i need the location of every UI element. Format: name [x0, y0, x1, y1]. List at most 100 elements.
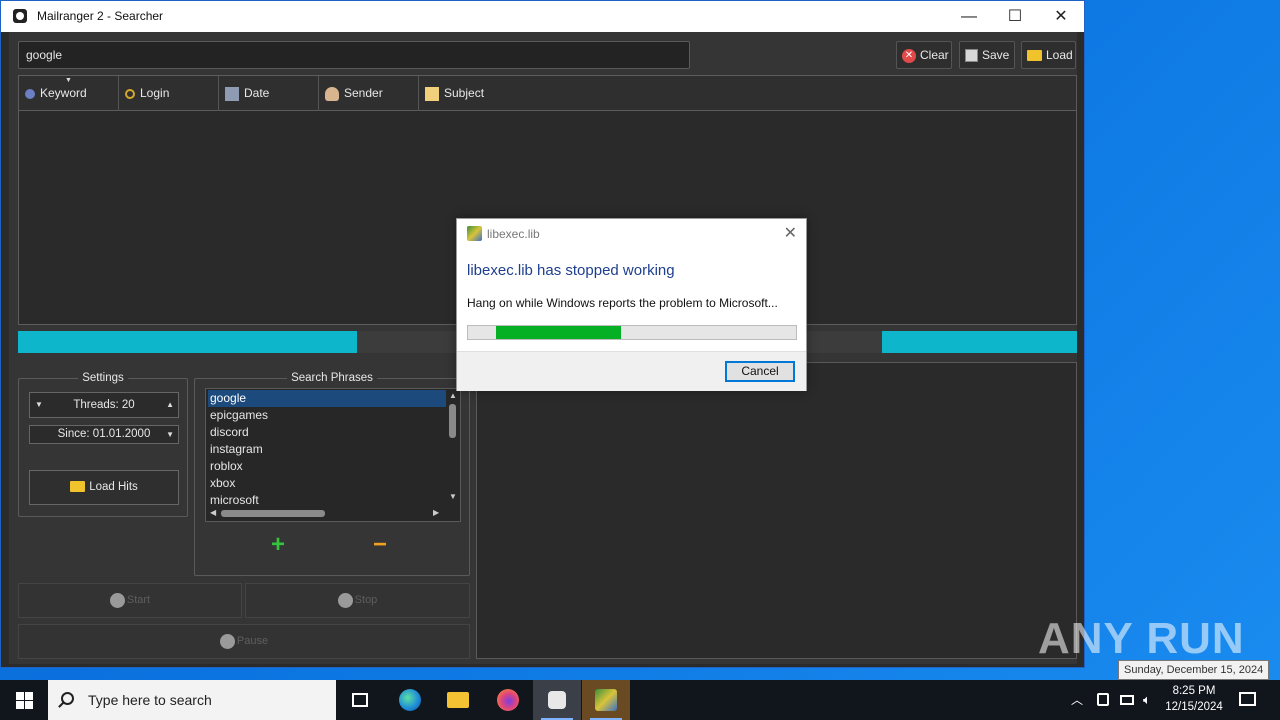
sort-indicator-icon: ▼ [65, 77, 72, 84]
clear-button[interactable]: ✕ Clear [896, 41, 952, 69]
clear-label: Clear [920, 48, 949, 62]
scroll-left-icon[interactable]: ◀ [210, 508, 216, 517]
pause-button[interactable]: Pause [18, 624, 470, 659]
list-item[interactable]: discord [208, 424, 446, 441]
column-label: Subject [444, 86, 485, 100]
stop-icon [337, 592, 353, 608]
taskbar-mailranger[interactable] [533, 680, 581, 720]
volume-icon[interactable]: 🔈︎ [1143, 680, 1151, 720]
clock-date: 12/15/2024 [1165, 701, 1223, 713]
save-button[interactable]: Save [959, 41, 1015, 69]
chevron-down-icon: ▼ [35, 400, 43, 409]
dialog-close-button[interactable]: ✕ [784, 223, 797, 243]
load-hits-button[interactable]: Load Hits [29, 470, 179, 505]
keyword-icon [25, 88, 35, 99]
dialog-footer: Cancel [457, 351, 806, 391]
vertical-scrollbar[interactable]: ▲ ▼ [447, 390, 459, 504]
title-bar[interactable]: Mailranger 2 - Searcher — ☐ ✕ [1, 1, 1084, 32]
column-keyword[interactable]: ▼ Keyword [19, 76, 119, 111]
notification-icon[interactable] [1239, 692, 1256, 706]
column-label: Login [140, 86, 170, 100]
key-icon [125, 88, 135, 99]
column-label: Sender [344, 86, 383, 100]
network-icon[interactable] [1120, 695, 1134, 705]
search-phrases-list[interactable]: google epicgames discord instagram roblo… [205, 388, 461, 522]
scroll-down-icon[interactable]: ▼ [449, 492, 457, 501]
report-progress-fill [495, 326, 621, 339]
date-tooltip: Sunday, December 15, 2024 [1118, 660, 1270, 680]
edge-icon [399, 689, 421, 711]
error-dialog: libexec.lib ✕ libexec.lib has stopped wo… [456, 218, 807, 391]
list-item[interactable]: xbox [208, 475, 446, 492]
list-item[interactable]: microsoft [208, 492, 446, 506]
threads-spinner[interactable]: ▼ Threads: 20 ▲ [29, 392, 179, 418]
load-button[interactable]: Load [1021, 41, 1076, 69]
chevron-down-icon: ▼ [166, 430, 174, 439]
horizontal-scrollbar[interactable]: ◀ ▶ [207, 506, 447, 520]
stop-button[interactable]: Stop [245, 583, 470, 618]
windows-logo-icon [25, 701, 33, 709]
load-label: Load [1046, 48, 1073, 62]
log-panel[interactable] [476, 362, 1077, 659]
mailranger-icon [548, 691, 566, 709]
taskbar: Type here to search ︿ 🔈︎ 8:25 PM 12/15/2… [0, 680, 1280, 720]
app-error-icon [467, 226, 482, 241]
taskbar-firefox[interactable] [484, 680, 532, 720]
column-login[interactable]: Login [119, 76, 219, 111]
envelope-icon [425, 86, 439, 101]
load-hits-label: Load Hits [89, 481, 138, 493]
add-phrase-button[interactable]: + [271, 533, 285, 557]
taskbar-search-box[interactable]: Type here to search [48, 680, 336, 720]
search-icon [61, 692, 74, 705]
firefox-icon [497, 689, 519, 711]
list-item[interactable]: google [208, 390, 446, 407]
folder-icon [1027, 50, 1042, 62]
threads-label: Threads: 20 [73, 399, 135, 411]
windows-logo-icon [16, 701, 24, 709]
start-button[interactable]: Start [18, 583, 242, 618]
since-date-picker[interactable]: Since: 01.01.2000 ▼ [29, 425, 179, 444]
start-button[interactable] [0, 680, 48, 720]
start-label: Start [126, 594, 151, 606]
calendar-icon [225, 86, 239, 101]
column-subject[interactable]: Subject [419, 76, 1076, 111]
cancel-button[interactable]: Cancel [725, 361, 795, 382]
taskbar-explorer[interactable] [434, 680, 482, 720]
dialog-message: Hang on while Windows reports the proble… [467, 296, 778, 310]
column-date[interactable]: Date [219, 76, 319, 111]
column-label: Keyword [40, 86, 87, 100]
list-item[interactable]: epicgames [208, 407, 446, 424]
taskbar-error-reporting[interactable] [582, 680, 630, 720]
settings-group: Settings ▼ Threads: 20 ▲ Since: 01.01.20… [18, 372, 188, 517]
since-label: Since: 01.01.2000 [57, 428, 151, 440]
dialog-heading: libexec.lib has stopped working [467, 262, 675, 279]
search-phrases-group: Search Phrases google epicgames discord … [194, 372, 470, 576]
taskbar-search-placeholder: Type here to search [88, 692, 212, 708]
scroll-up-icon[interactable]: ▲ [449, 391, 457, 400]
maximize-button[interactable]: ☐ [992, 1, 1038, 32]
remove-phrase-button[interactable]: − [373, 533, 387, 557]
scroll-right-icon[interactable]: ▶ [433, 508, 439, 517]
close-button[interactable]: ✕ [1038, 1, 1084, 32]
search-phrases-title: Search Phrases [287, 372, 377, 384]
search-input[interactable]: google [18, 41, 690, 69]
task-view-button[interactable] [336, 680, 384, 720]
show-hidden-icons-button[interactable]: ︿ [1071, 680, 1083, 720]
windows-logo-icon [25, 692, 33, 700]
device-icon[interactable] [1097, 693, 1109, 706]
play-icon [109, 592, 125, 608]
column-label: Date [244, 86, 270, 100]
list-item[interactable]: instagram [208, 441, 446, 458]
pause-label: Pause [236, 635, 269, 647]
scrollbar-thumb[interactable] [449, 404, 456, 438]
folder-icon [70, 481, 86, 493]
minimize-button[interactable]: — [946, 1, 992, 32]
taskbar-edge[interactable] [386, 680, 434, 720]
taskbar-clock[interactable]: 8:25 PM 12/15/2024 [1163, 683, 1225, 715]
stop-label: Stop [354, 594, 378, 606]
column-sender[interactable]: Sender [319, 76, 419, 111]
scrollbar-thumb[interactable] [221, 510, 325, 517]
pause-icon [219, 633, 235, 649]
list-item[interactable]: roblox [208, 458, 446, 475]
results-header: ▼ Keyword Login Date Sender Subject [19, 76, 1076, 111]
